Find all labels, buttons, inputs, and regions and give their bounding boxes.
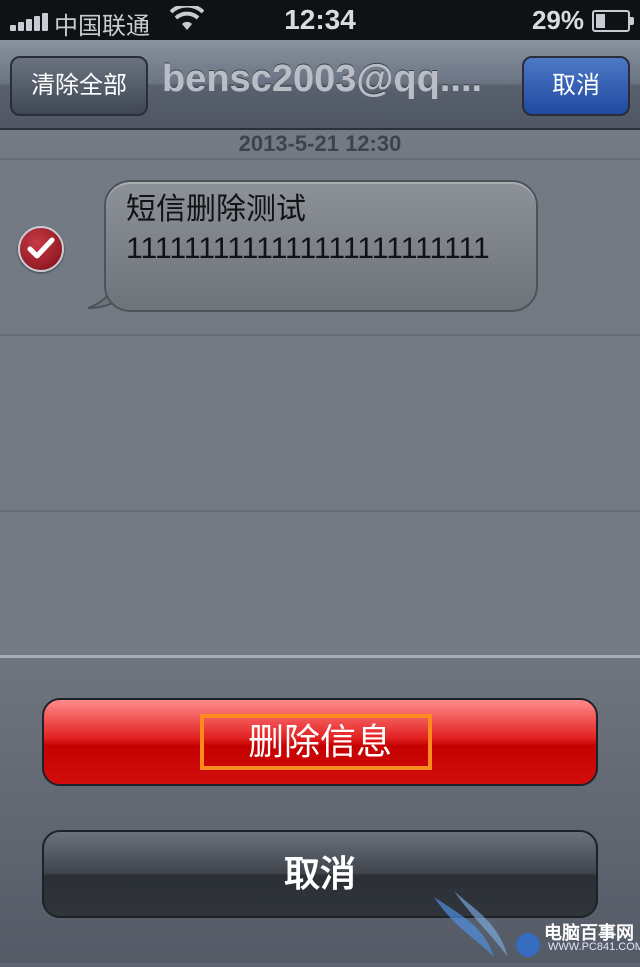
checkmark-icon xyxy=(27,237,55,259)
message-timestamp: 2013-5-21 12:30 xyxy=(238,131,402,156)
nav-bar: 清除全部 bensc2003@qq.... 取消 xyxy=(0,40,640,130)
watermark-logo-icon xyxy=(434,891,540,957)
conversation-title: bensc2003@qq.... xyxy=(162,58,483,100)
row-divider xyxy=(0,334,640,336)
message-line: 1111111111111111111111111 xyxy=(126,232,490,265)
delete-message-button[interactable]: 删除信息 xyxy=(42,698,598,786)
delete-message-label: 删除信息 xyxy=(247,721,392,762)
message-select-checkbox[interactable] xyxy=(18,226,64,272)
battery-percent: 29% xyxy=(531,5,584,35)
message-list: 2013-5-21 12:30 短信删除测试 11111111111111111… xyxy=(0,130,640,655)
battery-level xyxy=(596,14,605,28)
action-sheet: 删除信息 取消 电脑百事网 WWW.PC841.COM xyxy=(0,655,640,963)
row-divider xyxy=(0,158,640,160)
message-line: 短信删除测试 xyxy=(126,193,306,226)
row-divider xyxy=(0,510,640,512)
watermark: 电脑百事网 WWW.PC841.COM xyxy=(424,887,640,963)
watermark-url: WWW.PC841.COM xyxy=(548,941,640,953)
clear-all-button[interactable]: 清除全部 xyxy=(10,56,148,116)
nav-cancel-button[interactable]: 取消 xyxy=(522,56,630,116)
status-bar: 中国联通 12:34 29% xyxy=(0,0,640,40)
message-bubble[interactable]: 短信删除测试 1111111111111111111111111 xyxy=(104,180,538,312)
battery-icon xyxy=(592,10,634,32)
message-text: 短信删除测试 1111111111111111111111111 xyxy=(126,190,526,268)
